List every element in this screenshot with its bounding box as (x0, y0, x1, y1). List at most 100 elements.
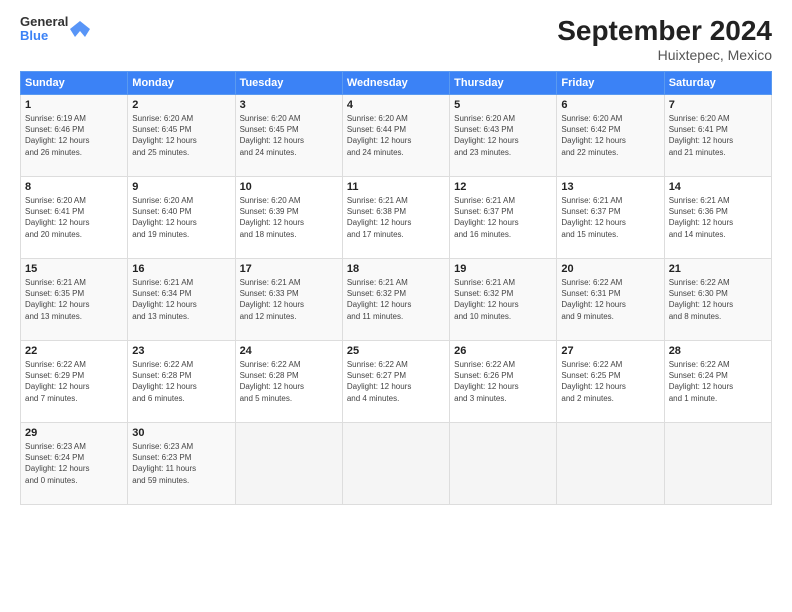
table-row: 1 Sunrise: 6:19 AMSunset: 6:46 PMDayligh… (21, 95, 128, 177)
day-detail: Sunrise: 6:23 AMSunset: 6:23 PMDaylight:… (132, 442, 196, 485)
table-row: 13 Sunrise: 6:21 AMSunset: 6:37 PMDaylig… (557, 177, 664, 259)
table-row: 2 Sunrise: 6:20 AMSunset: 6:45 PMDayligh… (128, 95, 235, 177)
col-saturday: Saturday (664, 72, 771, 95)
logo-blue: Blue (20, 29, 68, 43)
day-detail: Sunrise: 6:22 AMSunset: 6:31 PMDaylight:… (561, 278, 625, 321)
table-row (450, 423, 557, 505)
table-row: 24 Sunrise: 6:22 AMSunset: 6:28 PMDaylig… (235, 341, 342, 423)
day-number: 9 (132, 181, 230, 193)
day-detail: Sunrise: 6:22 AMSunset: 6:29 PMDaylight:… (25, 360, 89, 403)
calendar-week-row: 29 Sunrise: 6:23 AMSunset: 6:24 PMDaylig… (21, 423, 772, 505)
table-row (664, 423, 771, 505)
table-row: 29 Sunrise: 6:23 AMSunset: 6:24 PMDaylig… (21, 423, 128, 505)
day-number: 22 (25, 345, 123, 357)
calendar-week-row: 8 Sunrise: 6:20 AMSunset: 6:41 PMDayligh… (21, 177, 772, 259)
day-number: 1 (25, 99, 123, 111)
day-detail: Sunrise: 6:23 AMSunset: 6:24 PMDaylight:… (25, 442, 89, 485)
calendar-table: Sunday Monday Tuesday Wednesday Thursday… (20, 71, 772, 505)
col-tuesday: Tuesday (235, 72, 342, 95)
calendar-week-row: 22 Sunrise: 6:22 AMSunset: 6:29 PMDaylig… (21, 341, 772, 423)
day-detail: Sunrise: 6:20 AMSunset: 6:40 PMDaylight:… (132, 196, 196, 239)
col-wednesday: Wednesday (342, 72, 449, 95)
day-number: 18 (347, 263, 445, 275)
table-row: 4 Sunrise: 6:20 AMSunset: 6:44 PMDayligh… (342, 95, 449, 177)
table-row: 23 Sunrise: 6:22 AMSunset: 6:28 PMDaylig… (128, 341, 235, 423)
table-row: 19 Sunrise: 6:21 AMSunset: 6:32 PMDaylig… (450, 259, 557, 341)
day-detail: Sunrise: 6:21 AMSunset: 6:33 PMDaylight:… (240, 278, 304, 321)
day-number: 23 (132, 345, 230, 357)
day-detail: Sunrise: 6:21 AMSunset: 6:36 PMDaylight:… (669, 196, 733, 239)
day-number: 7 (669, 99, 767, 111)
day-detail: Sunrise: 6:21 AMSunset: 6:37 PMDaylight:… (561, 196, 625, 239)
table-row: 10 Sunrise: 6:20 AMSunset: 6:39 PMDaylig… (235, 177, 342, 259)
table-row: 11 Sunrise: 6:21 AMSunset: 6:38 PMDaylig… (342, 177, 449, 259)
day-number: 15 (25, 263, 123, 275)
col-sunday: Sunday (21, 72, 128, 95)
day-number: 3 (240, 99, 338, 111)
day-detail: Sunrise: 6:19 AMSunset: 6:46 PMDaylight:… (25, 114, 89, 157)
header-area: General Blue September 2024 Huixtepec, M… (20, 15, 772, 63)
table-row: 3 Sunrise: 6:20 AMSunset: 6:45 PMDayligh… (235, 95, 342, 177)
day-detail: Sunrise: 6:20 AMSunset: 6:43 PMDaylight:… (454, 114, 518, 157)
col-thursday: Thursday (450, 72, 557, 95)
location-title: Huixtepec, Mexico (557, 47, 772, 63)
table-row: 9 Sunrise: 6:20 AMSunset: 6:40 PMDayligh… (128, 177, 235, 259)
col-monday: Monday (128, 72, 235, 95)
logo-bird-icon (70, 19, 90, 39)
header-row: Sunday Monday Tuesday Wednesday Thursday… (21, 72, 772, 95)
day-number: 21 (669, 263, 767, 275)
day-detail: Sunrise: 6:22 AMSunset: 6:26 PMDaylight:… (454, 360, 518, 403)
table-row: 20 Sunrise: 6:22 AMSunset: 6:31 PMDaylig… (557, 259, 664, 341)
day-detail: Sunrise: 6:22 AMSunset: 6:24 PMDaylight:… (669, 360, 733, 403)
table-row: 7 Sunrise: 6:20 AMSunset: 6:41 PMDayligh… (664, 95, 771, 177)
table-row: 18 Sunrise: 6:21 AMSunset: 6:32 PMDaylig… (342, 259, 449, 341)
day-number: 24 (240, 345, 338, 357)
title-area: September 2024 Huixtepec, Mexico (557, 15, 772, 63)
day-number: 29 (25, 427, 123, 439)
day-number: 16 (132, 263, 230, 275)
day-number: 25 (347, 345, 445, 357)
day-number: 11 (347, 181, 445, 193)
day-number: 12 (454, 181, 552, 193)
day-number: 19 (454, 263, 552, 275)
day-number: 4 (347, 99, 445, 111)
table-row: 5 Sunrise: 6:20 AMSunset: 6:43 PMDayligh… (450, 95, 557, 177)
day-detail: Sunrise: 6:21 AMSunset: 6:37 PMDaylight:… (454, 196, 518, 239)
table-row: 8 Sunrise: 6:20 AMSunset: 6:41 PMDayligh… (21, 177, 128, 259)
table-row: 21 Sunrise: 6:22 AMSunset: 6:30 PMDaylig… (664, 259, 771, 341)
table-row: 22 Sunrise: 6:22 AMSunset: 6:29 PMDaylig… (21, 341, 128, 423)
calendar-week-row: 15 Sunrise: 6:21 AMSunset: 6:35 PMDaylig… (21, 259, 772, 341)
day-number: 17 (240, 263, 338, 275)
day-detail: Sunrise: 6:21 AMSunset: 6:35 PMDaylight:… (25, 278, 89, 321)
table-row: 17 Sunrise: 6:21 AMSunset: 6:33 PMDaylig… (235, 259, 342, 341)
day-detail: Sunrise: 6:20 AMSunset: 6:41 PMDaylight:… (25, 196, 89, 239)
day-detail: Sunrise: 6:20 AMSunset: 6:39 PMDaylight:… (240, 196, 304, 239)
day-detail: Sunrise: 6:22 AMSunset: 6:30 PMDaylight:… (669, 278, 733, 321)
day-number: 14 (669, 181, 767, 193)
day-detail: Sunrise: 6:21 AMSunset: 6:34 PMDaylight:… (132, 278, 196, 321)
table-row: 14 Sunrise: 6:21 AMSunset: 6:36 PMDaylig… (664, 177, 771, 259)
table-row (342, 423, 449, 505)
table-row: 25 Sunrise: 6:22 AMSunset: 6:27 PMDaylig… (342, 341, 449, 423)
day-number: 13 (561, 181, 659, 193)
table-row: 27 Sunrise: 6:22 AMSunset: 6:25 PMDaylig… (557, 341, 664, 423)
day-number: 2 (132, 99, 230, 111)
day-detail: Sunrise: 6:22 AMSunset: 6:28 PMDaylight:… (240, 360, 304, 403)
col-friday: Friday (557, 72, 664, 95)
day-detail: Sunrise: 6:22 AMSunset: 6:28 PMDaylight:… (132, 360, 196, 403)
day-detail: Sunrise: 6:22 AMSunset: 6:25 PMDaylight:… (561, 360, 625, 403)
day-detail: Sunrise: 6:20 AMSunset: 6:41 PMDaylight:… (669, 114, 733, 157)
table-row (235, 423, 342, 505)
day-detail: Sunrise: 6:20 AMSunset: 6:45 PMDaylight:… (132, 114, 196, 157)
logo: General Blue (20, 15, 90, 44)
day-detail: Sunrise: 6:22 AMSunset: 6:27 PMDaylight:… (347, 360, 411, 403)
day-number: 20 (561, 263, 659, 275)
table-row: 28 Sunrise: 6:22 AMSunset: 6:24 PMDaylig… (664, 341, 771, 423)
table-row: 26 Sunrise: 6:22 AMSunset: 6:26 PMDaylig… (450, 341, 557, 423)
day-number: 27 (561, 345, 659, 357)
month-title: September 2024 (557, 15, 772, 47)
day-detail: Sunrise: 6:20 AMSunset: 6:45 PMDaylight:… (240, 114, 304, 157)
day-number: 30 (132, 427, 230, 439)
day-number: 6 (561, 99, 659, 111)
day-number: 8 (25, 181, 123, 193)
